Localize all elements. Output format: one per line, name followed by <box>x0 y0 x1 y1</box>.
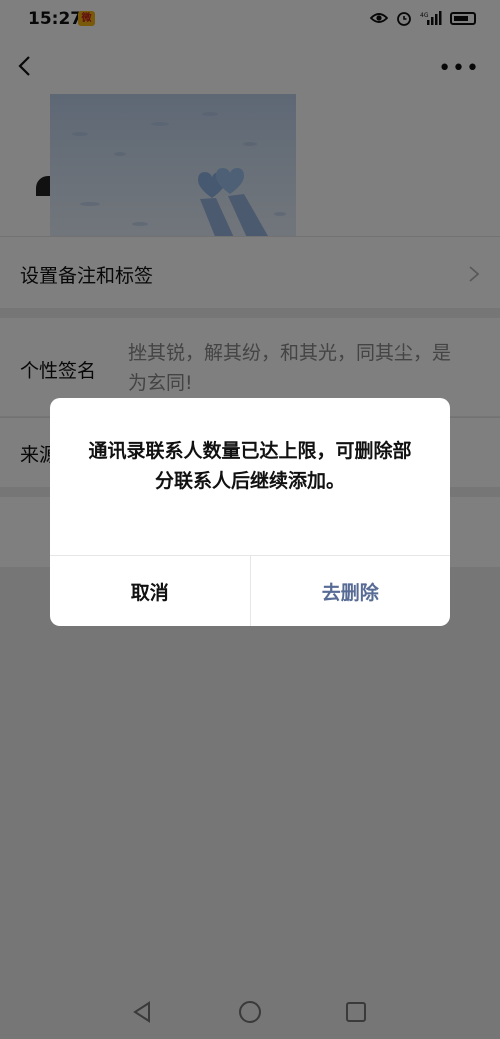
cancel-button[interactable]: 取消 <box>50 556 251 626</box>
contact-limit-dialog: 通讯录联系人数量已达上限，可删除部分联系人后继续添加。 取消 去删除 <box>50 398 450 626</box>
back-triangle-icon[interactable] <box>130 1000 154 1024</box>
dialog-footer: 取消 去删除 <box>50 555 450 626</box>
system-nav-bar <box>0 982 500 1039</box>
home-circle-icon[interactable] <box>238 1000 262 1024</box>
recents-square-icon[interactable] <box>344 1000 368 1024</box>
go-delete-button[interactable]: 去删除 <box>251 556 451 626</box>
dialog-message: 通讯录联系人数量已达上限，可删除部分联系人后继续添加。 <box>88 440 412 492</box>
